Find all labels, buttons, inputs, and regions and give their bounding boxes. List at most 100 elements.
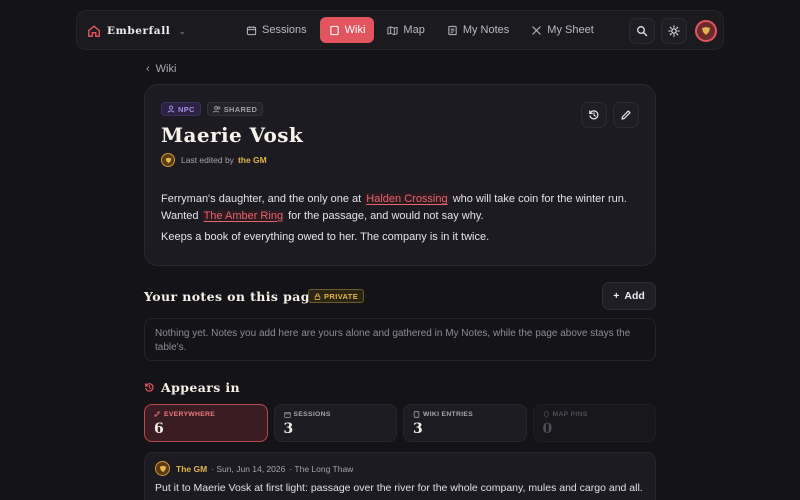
pin-icon	[543, 411, 549, 418]
appearance-item[interactable]: The GM · Sun, Jun 14, 2026 · The Long Th…	[144, 452, 656, 500]
tab-label: Sessions	[262, 24, 307, 36]
npc-tag: NPC	[161, 102, 201, 116]
tag-label: SHARED	[223, 104, 258, 114]
crest-icon	[159, 465, 166, 472]
history-icon	[145, 383, 154, 392]
last-edited: Last edited by the GM	[161, 153, 267, 167]
calendar-icon	[246, 25, 257, 35]
chevron-left-icon: ‹	[146, 63, 150, 75]
wiki-link-amber-ring[interactable]: The Amber Ring	[201, 209, 286, 222]
appears-in-header: Appears in	[144, 380, 240, 395]
tab-label: My Sheet	[547, 24, 594, 36]
appearance-filters: EVERYWHERE 6 SESSIONS 3 WIKI ENTRIES 3 M…	[144, 404, 656, 442]
wiki-link-halden-crossing[interactable]: Halden Crossing	[364, 193, 450, 205]
tab-label: My Notes	[462, 24, 510, 36]
edited-prefix: Last edited by	[181, 155, 234, 165]
gm-avatar	[161, 153, 175, 167]
edit-button[interactable]	[613, 102, 639, 128]
pencil-icon	[621, 110, 631, 120]
badge-label: PRIVATE	[324, 291, 359, 301]
user-avatar[interactable]	[695, 20, 717, 42]
nav-tabs: Sessions Wiki Map My Notes My Sheet	[237, 17, 603, 43]
nav-actions	[629, 18, 717, 44]
body-text: who will take coin for the winter run.	[452, 193, 627, 205]
book-icon	[413, 411, 420, 418]
lock-icon	[314, 292, 321, 300]
page-body: Ferryman's daughter, and the only one at…	[161, 191, 641, 246]
appearance-author: The GM	[176, 463, 208, 474]
crest-icon	[165, 157, 171, 163]
page-actions	[581, 102, 639, 128]
page-title: Maerie Vosk	[161, 123, 304, 147]
map-icon	[387, 25, 398, 35]
filter-map-pins: MAP PINS 0	[532, 404, 656, 442]
stat-value: 3	[413, 421, 423, 437]
tab-label: Map	[403, 24, 425, 36]
body-text: Ferryman's daughter, and the only one at	[161, 193, 362, 205]
stat-label: EVERYWHERE	[164, 411, 216, 418]
stat-label: MAP PINS	[552, 411, 588, 418]
search-button[interactable]	[629, 18, 655, 44]
tab-wiki[interactable]: Wiki	[319, 17, 375, 43]
people-icon	[212, 105, 221, 113]
history-button[interactable]	[581, 102, 607, 128]
plus-icon: +	[613, 290, 620, 302]
appearance-session[interactable]: · The Long Thaw	[289, 464, 353, 474]
top-nav: Emberfall ⌄ Sessions Wiki Map My Notes M…	[76, 10, 724, 50]
filter-everywhere[interactable]: EVERYWHERE 6	[144, 404, 268, 442]
stat-label-row: EVERYWHERE	[154, 411, 258, 418]
book-icon	[329, 25, 339, 35]
stat-value: 0	[542, 421, 553, 437]
tag-label: NPC	[178, 104, 195, 114]
link-icon	[154, 411, 160, 417]
stat-value: 3	[283, 421, 294, 437]
breadcrumb-back[interactable]: ‹ Wiki	[146, 63, 176, 75]
notes-empty-state: Nothing yet. Notes you add here are your…	[144, 318, 656, 361]
appearance-excerpt: Put it to Maerie Vosk at first light: pa…	[155, 482, 645, 494]
swords-icon	[532, 25, 542, 35]
add-label: Add	[624, 290, 645, 302]
private-badge: PRIVATE	[308, 289, 365, 303]
stat-label: WIKI ENTRIES	[423, 411, 474, 418]
stat-label-row: WIKI ENTRIES	[413, 411, 517, 418]
tab-my-notes[interactable]: My Notes	[438, 17, 518, 43]
appears-title: Appears in	[161, 380, 241, 395]
notes-icon	[448, 25, 457, 35]
body-paragraph: Ferryman's daughter, and the only one at…	[161, 191, 641, 224]
add-note-button[interactable]: + Add	[602, 282, 656, 310]
campaign-switcher[interactable]: Emberfall ⌄	[87, 11, 186, 51]
gm-avatar	[155, 461, 170, 476]
search-icon	[637, 26, 648, 37]
tab-my-sheet[interactable]: My Sheet	[522, 17, 602, 43]
stat-label: SESSIONS	[293, 411, 331, 418]
appearance-meta: The GM · Sun, Jun 14, 2026 · The Long Th…	[155, 461, 645, 476]
sun-icon	[668, 25, 680, 37]
calendar-icon	[283, 411, 291, 418]
edited-by[interactable]: the GM	[238, 155, 267, 165]
home-icon	[88, 25, 100, 37]
tab-sessions[interactable]: Sessions	[237, 17, 316, 43]
stat-label-row: SESSIONS	[283, 411, 388, 418]
person-icon	[167, 105, 175, 113]
body-text: Wanted	[161, 209, 199, 222]
filter-sessions[interactable]: SESSIONS 3	[273, 404, 397, 442]
filter-wiki-entries[interactable]: WIKI ENTRIES 3	[403, 404, 527, 442]
breadcrumb-label: Wiki	[155, 63, 177, 75]
body-text: for the passage, and would not say why.	[288, 209, 484, 222]
body-paragraph: Keeps a book of everything owed to her. …	[161, 231, 490, 243]
stat-value: 6	[154, 421, 164, 437]
theme-toggle-button[interactable]	[661, 18, 687, 44]
notes-title: Your notes on this page	[144, 289, 319, 304]
crest-icon	[702, 27, 710, 35]
tab-map[interactable]: Map	[378, 17, 433, 43]
wiki-page-card: NPC SHARED Maerie Vosk Last edited by th…	[144, 84, 656, 266]
chevron-down-icon: ⌄	[178, 25, 186, 36]
page-tags: NPC SHARED	[161, 102, 264, 116]
appearance-date: · Sun, Jun 14, 2026	[211, 463, 286, 474]
stat-label-row: MAP PINS	[543, 411, 647, 418]
brand-name: Emberfall	[107, 25, 171, 37]
tab-label: Wiki	[344, 24, 366, 36]
history-icon	[589, 110, 599, 120]
notes-header: Your notes on this page PRIVATE + Add	[144, 282, 656, 310]
shared-tag: SHARED	[206, 102, 264, 116]
